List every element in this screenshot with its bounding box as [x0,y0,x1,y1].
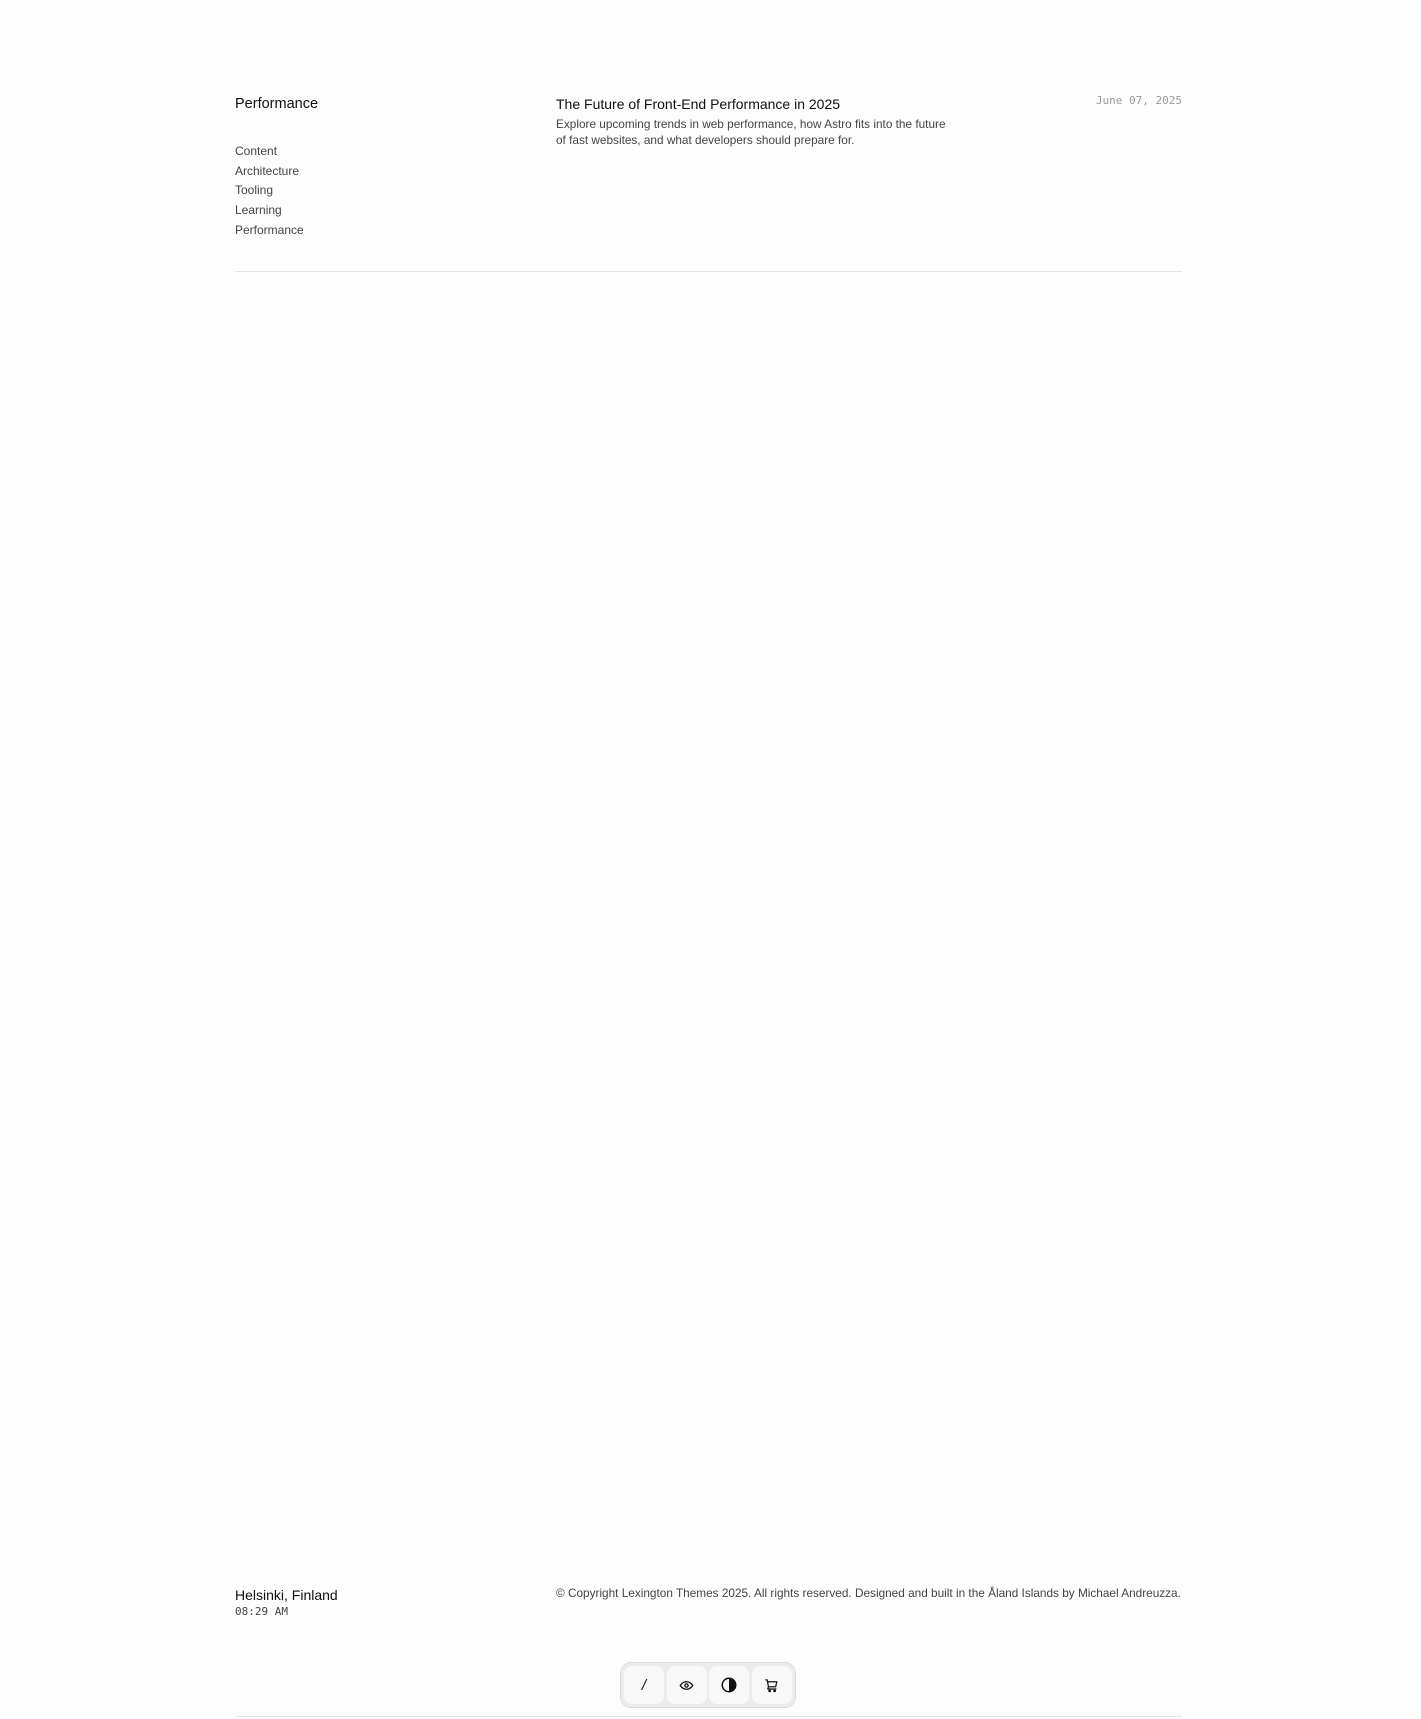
location-name: Helsinki, Finland [235,1587,338,1603]
category-header: Performance Content Architecture Tooling… [235,94,1182,272]
page-title: Performance [235,96,319,112]
topic-link-tooling[interactable]: Tooling [235,181,535,201]
home-slash-icon: / [641,1676,647,1694]
cart-icon [764,1678,779,1693]
copyright-text: © Copyright Lexington Themes 2025. All r… [556,1586,1181,1600]
topic-link-performance[interactable]: Performance [235,221,535,241]
contrast-icon [720,1676,738,1694]
post-card[interactable]: The Future of Front-End Performance in 2… [556,94,956,148]
theme-toggle-button[interactable] [709,1666,750,1704]
post-description: Explore upcoming trends in web performan… [556,117,946,147]
home-button[interactable]: / [624,1666,664,1704]
local-time: 08:29 AM [235,1605,288,1618]
topic-link-architecture[interactable]: Architecture [235,162,535,182]
topic-link-content[interactable]: Content [235,142,535,162]
topic-link-learning[interactable]: Learning [235,201,535,221]
topic-list: Content Architecture Tooling Learning Pe… [235,142,535,241]
eye-icon [679,1678,694,1693]
preview-button[interactable] [666,1666,707,1704]
post-date: June 07, 2025 [1095,94,1182,107]
bottom-divider [235,1716,1182,1717]
page-container: Performance Content Architecture Tooling… [235,0,1182,1719]
category-column: Performance Content Architecture Tooling… [235,94,535,241]
cart-button[interactable] [751,1666,792,1704]
floating-toolbar: / [620,1662,796,1708]
post-title[interactable]: The Future of Front-End Performance in 2… [556,94,956,114]
